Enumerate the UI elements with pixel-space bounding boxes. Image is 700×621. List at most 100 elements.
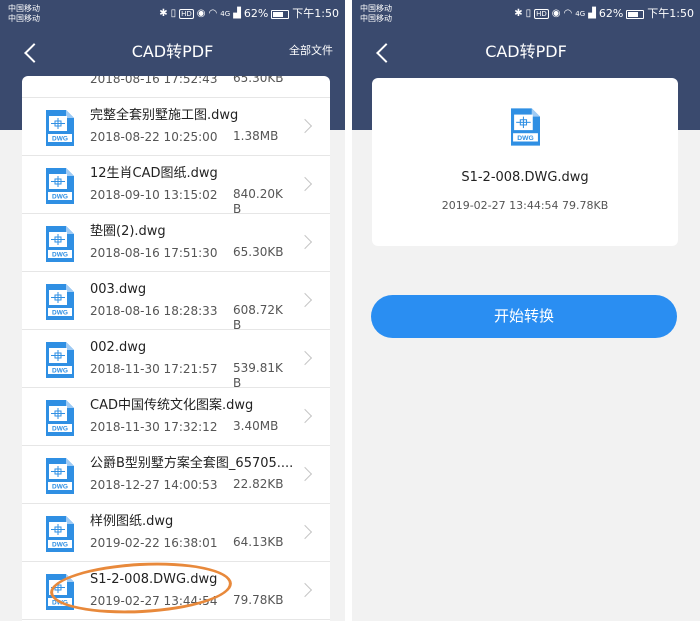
file-size: 539.81KB [233,361,283,390]
file-time: 2018-08-16 17:51:30 [90,246,218,260]
carrier-label: 中国移动 中国移动 [360,4,392,24]
status-bar: 中国移动 中国移动 ✱ ▯ HD ◉ ◠ 4G ▟ 62% 下午1:50 [0,0,345,28]
file-name: 样例图纸.dwg [90,514,174,529]
file-name: 002.dwg [90,340,147,355]
bluetooth-icon: ✱ [514,8,523,19]
file-size: 64.13KB [233,535,284,549]
file-time: 2018-11-30 17:21:57 [90,362,218,376]
dwg-icon-label: DWG [52,194,68,201]
signal-label: 4G [220,10,231,18]
status-icons: ✱ ▯ HD ◉ ◠ 4G ▟ 62% 下午1:50 [514,7,694,21]
hd-icon: HD [534,9,549,19]
chevron-right-icon [297,292,313,308]
dwg-file-icon: DWG [46,226,74,262]
file-time: 2018-09-10 13:15:02 [90,188,218,202]
file-row[interactable]: DWG 12生肖CAD图纸.dwg 2018-09-10 13:15:02 84… [22,156,330,216]
battery-icon [626,9,645,19]
vibrate-icon: ▯ [525,8,532,19]
file-time: 2019-02-27 13:44:54 [90,594,218,608]
file-time: 2018-12-27 14:00:53 [90,478,218,492]
chevron-right-icon [297,408,313,424]
file-time: 2019-02-22 16:38:01 [90,536,218,550]
chevron-right-icon [297,466,313,482]
chevron-right-icon [297,582,313,598]
page-title: CAD转PDF [485,42,567,61]
file-size: 65.30KB [233,76,284,85]
file-row[interactable]: 2018-08-16 17:52:43 65.30KB [22,76,330,98]
file-row[interactable]: DWG 002.dwg 2018-11-30 17:21:57 539.81KB [22,330,330,390]
convert-screen: 中国移动 中国移动 ✱ ▯ HD ◉ ◠ 4G ▟ 62% 下午1:50 CAD… [352,0,700,621]
clock: 下午1:50 [292,7,339,20]
signal-icon: ▟ [233,8,241,19]
file-time: 2018-11-30 17:32:12 [90,420,218,434]
file-name: 完整全套别墅施工图.dwg [90,108,239,123]
selected-file-meta: 2019-02-27 13:44:54 79.78KB [441,199,609,212]
dwg-file-icon: DWG [46,574,74,610]
file-time: 2018-08-22 10:25:00 [90,130,218,144]
carrier-label: 中国移动 中国移动 [8,4,40,24]
dwg-file-icon: DWG [46,168,74,204]
file-row[interactable]: DWG 垫圈(2).dwg 2018-08-16 17:51:30 65.30K… [22,214,330,272]
dwg-file-icon: DWG [46,400,74,436]
chevron-right-icon [297,524,313,540]
file-size: 22.82KB [233,477,284,491]
carrier-line-1: 中国移动 [8,4,40,13]
status-bar: 中国移动 中国移动 ✱ ▯ HD ◉ ◠ 4G ▟ 62% 下午1:50 [352,0,700,28]
signal-label: 4G [575,10,586,18]
file-row[interactable]: DWG CAD中国传统文化图案.dwg 2018-11-30 17:32:12 … [22,388,330,446]
dwg-icon-label: DWG [52,368,68,375]
file-time: 2018-08-16 17:52:43 [90,76,218,86]
file-size: 65.30KB [233,245,284,259]
file-name: CAD中国传统文化图案.dwg [90,398,254,413]
dwg-file-icon: DWG [511,108,540,146]
carrier-line-2: 中国移动 [8,14,40,23]
file-size: 3.40MB [233,419,279,433]
dwg-icon-label: DWG [52,310,68,317]
selected-file-name: S1-2-008.DWG.dwg [461,170,589,185]
wifi-icon: ◠ [208,8,218,19]
eye-icon: ◉ [551,8,561,19]
file-name: 公爵B型别墅方案全套图_65705.... [90,456,294,471]
dwg-icon-label: DWG [52,542,68,549]
file-row[interactable]: DWG 完整全套别墅施工图.dwg 2018-08-22 10:25:00 1.… [22,98,330,156]
dwg-icon-label: DWG [52,600,68,607]
dwg-icon-label: DWG [52,136,68,143]
signal-icon: ▟ [588,8,596,19]
dwg-file-icon: DWG [46,284,74,320]
file-list: 2018-08-16 17:52:43 65.30KB DWG 完整全套别墅施工… [22,76,330,621]
dwg-file-icon: DWG [46,342,74,378]
chevron-right-icon [297,234,313,250]
battery-percent: 62% [243,7,269,20]
file-row[interactable]: DWG 样例图纸.dwg 2019-02-22 16:38:01 64.13KB [22,504,330,562]
all-files-button[interactable]: 全部文件 [289,44,333,58]
file-name: 垫圈(2).dwg [90,224,166,239]
panel-divider [345,0,352,621]
dwg-icon-label: DWG [52,484,68,491]
file-name: 12生肖CAD图纸.dwg [90,166,218,181]
chevron-right-icon [297,176,313,192]
selected-file-card: DWG S1-2-008.DWG.dwg 2019-02-27 13:44:54… [372,78,678,246]
file-time: 2018-08-16 18:28:33 [90,304,218,318]
file-list-screen: 中国移动 中国移动 ✱ ▯ HD ◉ ◠ 4G ▟ 62% 下午1:50 CAD… [0,0,345,621]
chevron-right-icon [297,118,313,134]
clock: 下午1:50 [647,7,694,20]
vibrate-icon: ▯ [170,8,177,19]
file-size: 79.78KB [233,593,284,607]
carrier-line-2: 中国移动 [360,14,392,23]
dwg-icon-label: DWG [52,426,68,433]
bluetooth-icon: ✱ [159,8,168,19]
file-name: S1-2-008.DWG.dwg [90,572,218,587]
file-name: 003.dwg [90,282,147,297]
file-row[interactable]: DWG 公爵B型别墅方案全套图_65705.... 2018-12-27 14:… [22,446,330,504]
dwg-file-icon: DWG [46,110,74,146]
eye-icon: ◉ [196,8,206,19]
dwg-icon-label: DWG [517,135,533,142]
start-convert-button[interactable]: 开始转换 [371,295,677,338]
chevron-right-icon [297,350,313,366]
file-size: 1.38MB [233,129,279,143]
dwg-icon-label: DWG [52,252,68,259]
file-row-selected[interactable]: DWG S1-2-008.DWG.dwg 2019-02-27 13:44:54… [22,562,330,620]
dwg-file-icon: DWG [46,516,74,552]
file-row[interactable]: DWG 003.dwg 2018-08-16 18:28:33 608.72KB [22,272,330,332]
file-size: 840.20KB [233,187,283,216]
